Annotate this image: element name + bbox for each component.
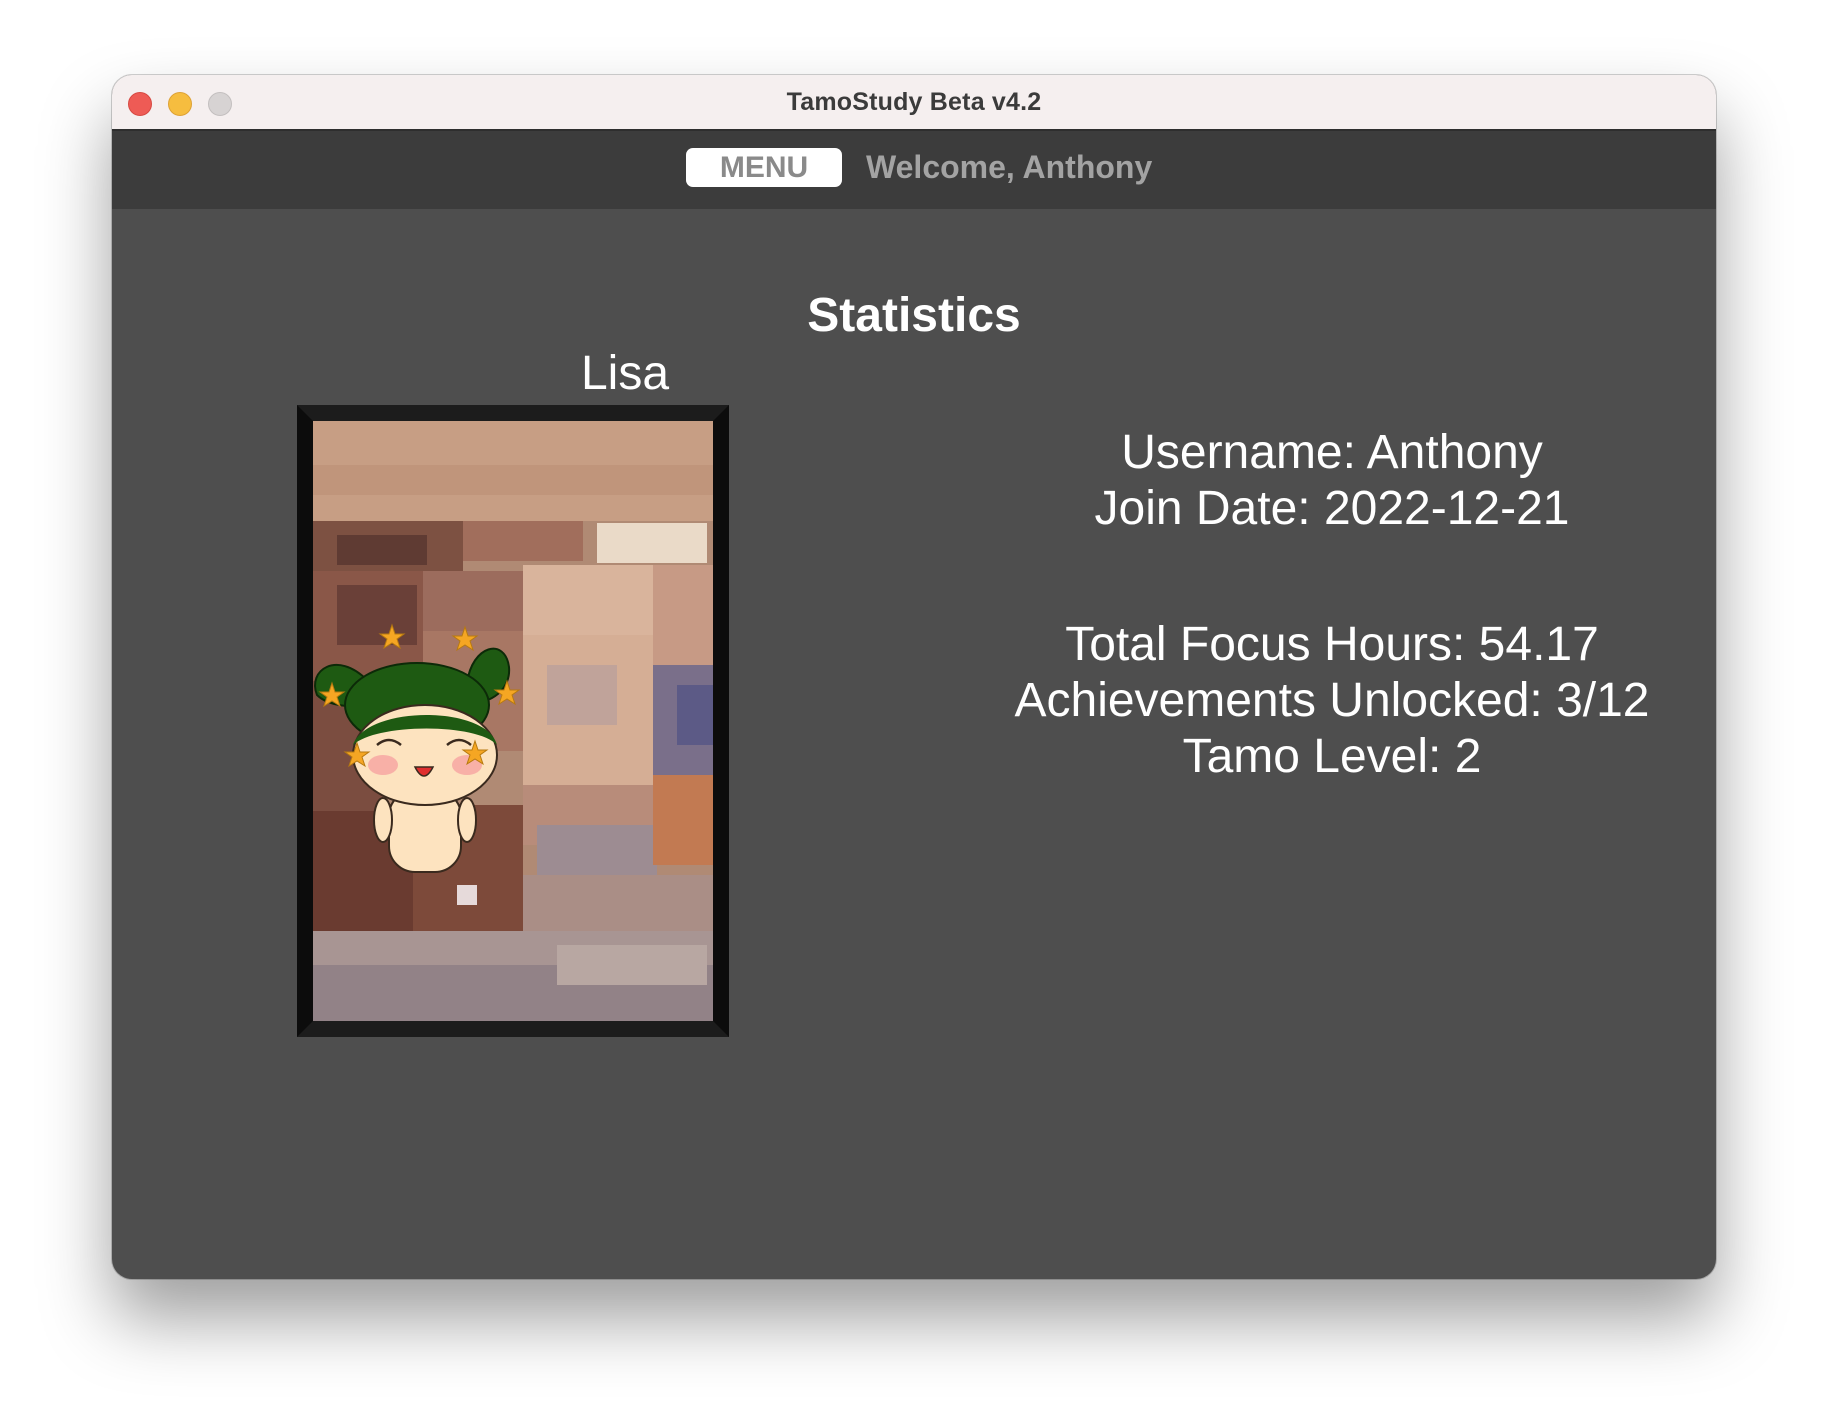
progress-stats: Total Focus Hours: 54.17 Achievements Un… <box>982 617 1682 785</box>
top-bar: MENU Welcome, Anthony <box>112 131 1716 209</box>
pet-name: Lisa <box>580 347 670 400</box>
tamo-level-stat: Tamo Level: 2 <box>1182 730 1482 783</box>
total-focus-hours-stat: Total Focus Hours: 54.17 <box>1065 618 1599 671</box>
menu-button[interactable]: MENU <box>686 148 842 187</box>
achievements-stat: Achievements Unlocked: 3/12 <box>1014 674 1650 727</box>
username-stat: Username: Anthony <box>1121 426 1543 479</box>
welcome-text: Welcome, Anthony <box>866 149 1153 185</box>
pet-scene <box>297 405 729 1037</box>
profile-stats: Username: Anthony Join Date: 2022-12-21 <box>982 425 1682 537</box>
title-bar: TamoStudy Beta v4.2 <box>112 75 1716 131</box>
page-title: Statistics <box>807 289 1021 342</box>
window-title: TamoStudy Beta v4.2 <box>786 88 1042 116</box>
join-date-stat: Join Date: 2022-12-21 <box>1094 482 1570 535</box>
app-window: TamoStudy Beta v4.2 MENU Welcome, Anthon… <box>112 75 1716 1279</box>
pet-display-frame <box>297 405 729 1037</box>
